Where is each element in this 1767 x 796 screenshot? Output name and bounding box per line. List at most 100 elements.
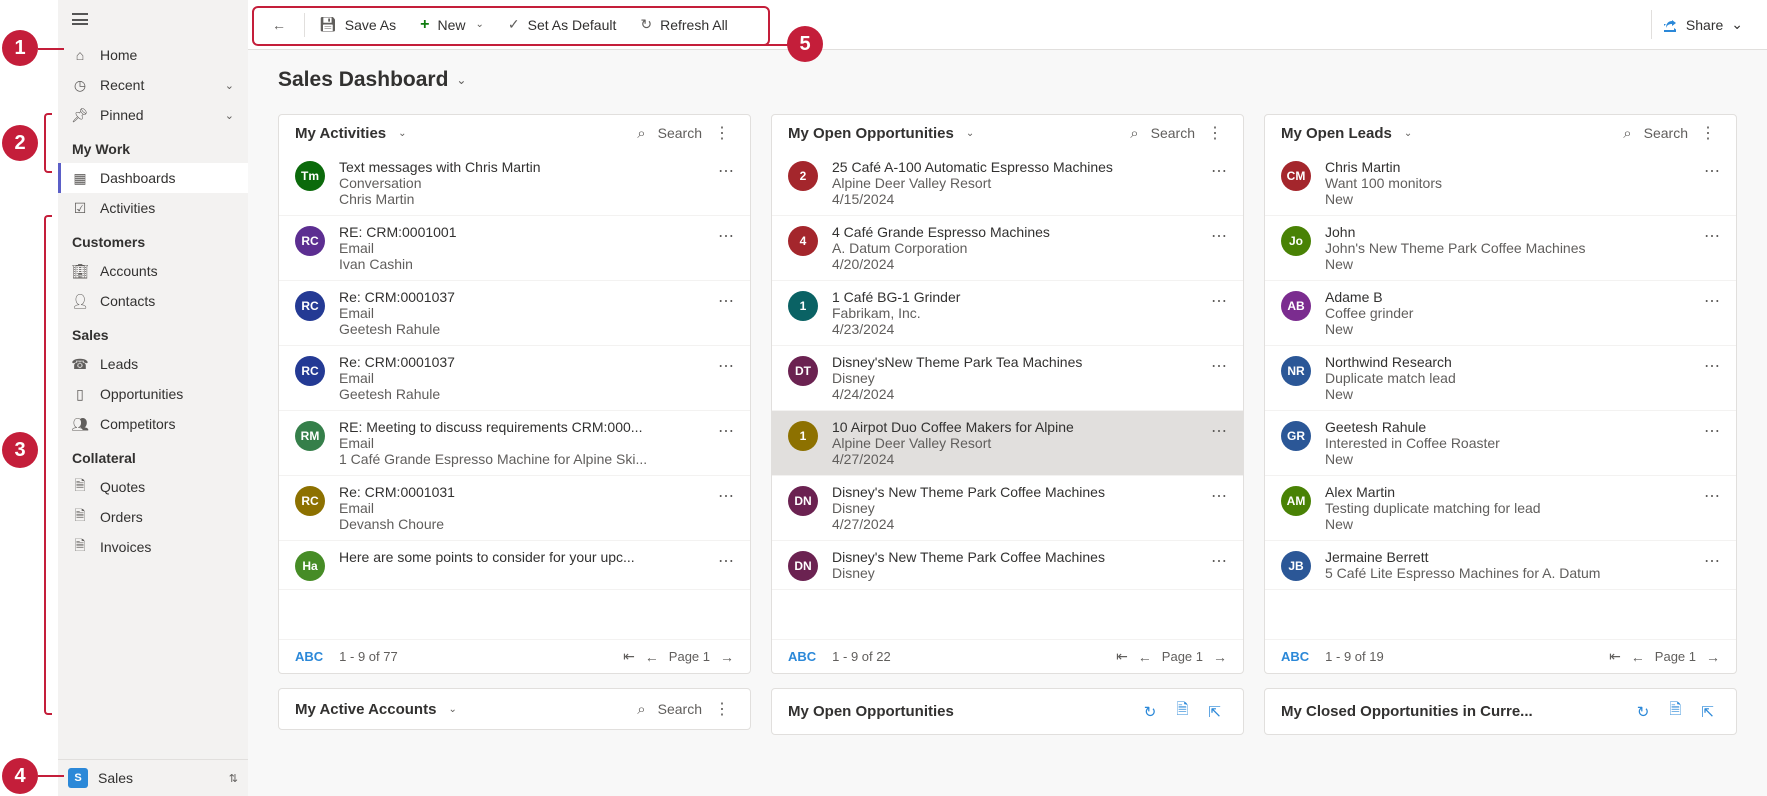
nav-invoices[interactable]: 🗎︎ Invoices	[58, 532, 248, 562]
row-more-button[interactable]: ⋯	[1704, 161, 1720, 181]
nav-pinned[interactable]: 📌︎ Pinned ⌄	[58, 100, 248, 130]
row-more-button[interactable]: ⋯	[1704, 551, 1720, 571]
chevron-down-icon[interactable]: ⌄	[966, 128, 974, 139]
list-item[interactable]: AMAlex MartinTesting duplicate matching …	[1265, 476, 1736, 541]
nav-competitors[interactable]: 👥︎ Competitors	[58, 409, 248, 439]
save-as-button[interactable]: 💾︎Save As	[309, 10, 406, 39]
card-list[interactable]: 225 Café A-100 Automatic Espresso Machin…	[772, 151, 1243, 639]
row-more-button[interactable]: ⋯	[718, 551, 734, 571]
refresh-icon[interactable]: ↻	[1138, 703, 1163, 721]
expand-icon[interactable]: ⇱	[1695, 703, 1720, 721]
nav-quotes[interactable]: 🗎︎ Quotes	[58, 472, 248, 502]
chevron-down-icon[interactable]: ⌄	[1404, 128, 1412, 139]
row-more-button[interactable]: ⋯	[718, 421, 734, 441]
chevron-down-icon[interactable]: ⌄	[448, 704, 456, 715]
prev-page-button[interactable]: ←	[645, 649, 659, 665]
expand-icon[interactable]: ⇱	[1202, 703, 1227, 721]
row-more-button[interactable]: ⋯	[1704, 486, 1720, 506]
row-more-button[interactable]: ⋯	[718, 486, 734, 506]
list-item[interactable]: RCRE: CRM:0001001EmailIvan Cashin⋯	[279, 216, 750, 281]
set-default-button[interactable]: ✓Set As Default	[498, 10, 626, 39]
nav-home[interactable]: ⌂ Home	[58, 40, 248, 70]
row-more-button[interactable]: ⋯	[1704, 226, 1720, 246]
next-page-button[interactable]: →	[1706, 649, 1720, 665]
card-list[interactable]: TmText messages with Chris MartinConvers…	[279, 151, 750, 639]
card-search[interactable]: ⌕Search	[1130, 125, 1195, 142]
row-more-button[interactable]: ⋯	[1211, 551, 1227, 571]
share-button[interactable]: Share ⌄	[1651, 10, 1753, 39]
card-title[interactable]: My Activities	[295, 125, 386, 142]
card-title[interactable]: My Open Opportunities	[788, 703, 954, 720]
nav-opportunities[interactable]: ▯ Opportunities	[58, 379, 248, 409]
list-item[interactable]: 44 Café Grande Espresso MachinesA. Datum…	[772, 216, 1243, 281]
card-more-button[interactable]: ⋮	[1203, 123, 1227, 143]
prev-page-button[interactable]: ←	[1631, 649, 1645, 665]
row-more-button[interactable]: ⋯	[1211, 486, 1227, 506]
card-more-button[interactable]: ⋮	[710, 123, 734, 143]
next-page-button[interactable]: →	[1213, 649, 1227, 665]
card-title[interactable]: My Closed Opportunities in Curre...	[1281, 703, 1533, 720]
page-title[interactable]: Sales Dashboard ⌄	[278, 68, 1737, 92]
row-more-button[interactable]: ⋯	[718, 161, 734, 181]
list-item[interactable]: DNDisney's New Theme Park Coffee Machine…	[772, 476, 1243, 541]
list-item[interactable]: NRNorthwind ResearchDuplicate match lead…	[1265, 346, 1736, 411]
first-page-button[interactable]: ⇤	[1609, 648, 1621, 665]
list-item[interactable]: RCRe: CRM:0001031EmailDevansh Choure⋯	[279, 476, 750, 541]
nav-contacts[interactable]: 👤︎ Contacts	[58, 286, 248, 316]
card-search[interactable]: ⌕Search	[637, 125, 702, 142]
nav-dashboards[interactable]: ▦ Dashboards	[58, 163, 248, 193]
nav-activities[interactable]: ☑ Activities	[58, 193, 248, 223]
row-more-button[interactable]: ⋯	[718, 291, 734, 311]
records-icon[interactable]: 🗎︎	[1663, 699, 1687, 724]
records-icon[interactable]: 🗎︎	[1170, 699, 1194, 724]
row-more-button[interactable]: ⋯	[1211, 356, 1227, 376]
nav-accounts[interactable]: 🏢︎ Accounts	[58, 256, 248, 286]
list-item[interactable]: GRGeetesh RahuleInterested in Coffee Roa…	[1265, 411, 1736, 476]
card-more-button[interactable]: ⋮	[710, 699, 734, 719]
next-page-button[interactable]: →	[720, 649, 734, 665]
list-item[interactable]: RCRe: CRM:0001037EmailGeetesh Rahule⋯	[279, 281, 750, 346]
nav-recent[interactable]: ◷ Recent ⌄	[58, 70, 248, 100]
prev-page-button[interactable]: ←	[1138, 649, 1152, 665]
nav-orders[interactable]: 🗎︎ Orders	[58, 502, 248, 532]
card-title[interactable]: My Active Accounts	[295, 701, 436, 718]
abc-filter[interactable]: ABC	[788, 649, 816, 664]
first-page-button[interactable]: ⇤	[1116, 648, 1128, 665]
card-search[interactable]: ⌕Search	[1623, 125, 1688, 142]
card-more-button[interactable]: ⋮	[1696, 123, 1720, 143]
refresh-all-button[interactable]: ↻Refresh All	[630, 10, 737, 39]
card-list[interactable]: CMChris MartinWant 100 monitorsNew⋯JoJoh…	[1265, 151, 1736, 639]
row-more-button[interactable]: ⋯	[1211, 226, 1227, 246]
row-more-button[interactable]: ⋯	[1211, 421, 1227, 441]
list-item[interactable]: JBJermaine Berrett5 Café Lite Espresso M…	[1265, 541, 1736, 590]
row-more-button[interactable]: ⋯	[718, 356, 734, 376]
chevron-down-icon[interactable]: ⌄	[398, 128, 406, 139]
list-item[interactable]: 110 Airpot Duo Coffee Makers for AlpineA…	[772, 411, 1243, 476]
row-more-button[interactable]: ⋯	[1704, 421, 1720, 441]
list-item[interactable]: TmText messages with Chris MartinConvers…	[279, 151, 750, 216]
new-button[interactable]: +New⌄	[410, 10, 494, 40]
back-button[interactable]: ←	[262, 11, 296, 39]
nav-area-switcher[interactable]: S Sales ⇅	[58, 759, 248, 796]
list-item[interactable]: 225 Café A-100 Automatic Espresso Machin…	[772, 151, 1243, 216]
list-item[interactable]: CMChris MartinWant 100 monitorsNew⋯	[1265, 151, 1736, 216]
row-more-button[interactable]: ⋯	[1704, 356, 1720, 376]
card-title[interactable]: My Open Opportunities	[788, 125, 954, 142]
nav-leads[interactable]: ☎︎ Leads	[58, 349, 248, 379]
list-item[interactable]: DNDisney's New Theme Park Coffee Machine…	[772, 541, 1243, 590]
row-more-button[interactable]: ⋯	[1704, 291, 1720, 311]
row-more-button[interactable]: ⋯	[718, 226, 734, 246]
refresh-icon[interactable]: ↻	[1631, 703, 1656, 721]
first-page-button[interactable]: ⇤	[623, 648, 635, 665]
list-item[interactable]: 11 Café BG-1 GrinderFabrikam, Inc.4/23/2…	[772, 281, 1243, 346]
row-more-button[interactable]: ⋯	[1211, 161, 1227, 181]
list-item[interactable]: RMRE: Meeting to discuss requirements CR…	[279, 411, 750, 476]
card-search[interactable]: ⌕Search	[637, 701, 702, 718]
row-more-button[interactable]: ⋯	[1211, 291, 1227, 311]
card-title[interactable]: My Open Leads	[1281, 125, 1392, 142]
list-item[interactable]: RCRe: CRM:0001037EmailGeetesh Rahule⋯	[279, 346, 750, 411]
list-item[interactable]: DTDisney'sNew Theme Park Tea MachinesDis…	[772, 346, 1243, 411]
list-item[interactable]: JoJohnJohn's New Theme Park Coffee Machi…	[1265, 216, 1736, 281]
list-item[interactable]: ABAdame BCoffee grinderNew⋯	[1265, 281, 1736, 346]
abc-filter[interactable]: ABC	[1281, 649, 1309, 664]
